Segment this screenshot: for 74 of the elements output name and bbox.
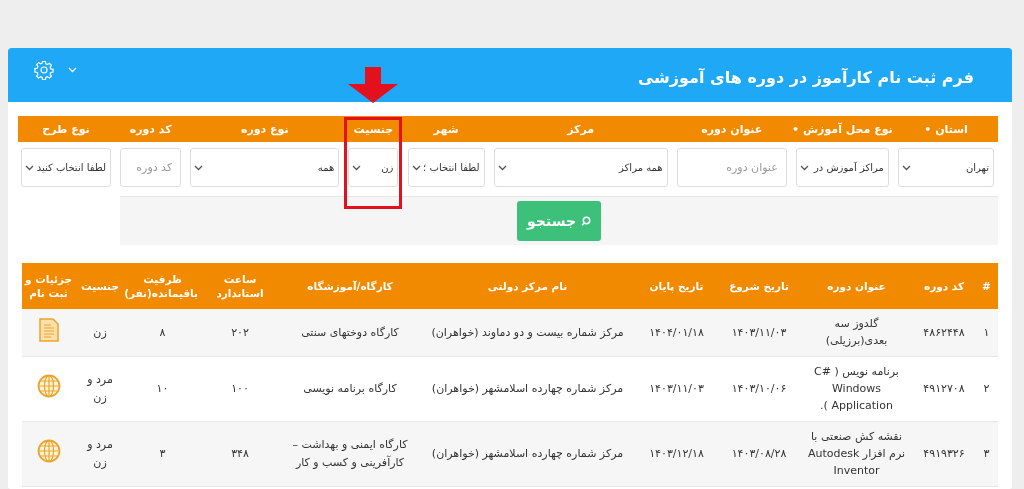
column-header: جنسیت [75,263,125,309]
table-cell: کارگاه ایمنی و بهداشت – کارآفرینی و کسب و کار [280,421,420,486]
table-cell: ۱۴۰۳/۱۰/۰۶ [718,356,800,421]
chevron-down-icon [411,164,421,171]
select-field[interactable]: لطفا انتخاب ؛ [407,148,485,187]
input-field[interactable]: عنوان دوره [676,148,787,187]
chevron-down-icon [25,164,34,171]
select-field[interactable]: همه مراکز [493,148,668,187]
table-cell: کارگاه دوختهای سنتی [280,309,420,356]
table-cell: ۳۴۸ [200,421,280,486]
select-field[interactable]: لطفا انتخاب کنید [21,148,111,187]
table-cell: نقشه کش صنعتی با نرم افزار Autodesk Inventor [800,421,913,486]
chevron-down-icon [799,164,809,171]
select-field[interactable]: همه [190,148,340,187]
globe-icon[interactable] [36,373,61,398]
filter-label: نوع محل آموزش • [792,122,893,136]
arrow-down-icon [348,66,399,103]
table-cell: مرد و زن [75,356,125,421]
column-header: کارگاه/آموزشگاه [280,263,420,309]
column-header: جزئیات و ثبت نام [22,263,75,309]
search-icon [580,216,591,226]
table-cell: مرد و زن [75,421,125,486]
filter-label: استان • [924,122,968,136]
table-cell: ۱۴۰۳/۱۱/۰۳ [718,309,800,356]
document-icon[interactable] [38,317,59,342]
column-header: تاریخ شروع [718,263,800,309]
chevron-down-icon[interactable] [68,67,77,73]
table-cell: برنامه نویس ( C# Windows Application ). [800,356,913,421]
select-field[interactable]: مراکز آموزش در [795,148,889,187]
select-field[interactable]: تهران [898,148,994,187]
column-header: ساعت استاندارد [200,263,280,309]
table-cell: گلدوز سه بعدی(برزیلی) [800,309,913,356]
column-header: تاریخ پایان [635,263,718,309]
table-cell: ۸ [125,309,200,356]
table-cell: ۱۰۰ [200,356,280,421]
column-header: ظرفیت باقیمانده(نفر) [125,263,200,309]
table-cell: ۱۴۰۴/۰۱/۱۸ [635,309,718,356]
filter-label: شهر [433,122,459,136]
table-cell: ۱ [975,309,998,356]
column-header: کد دوره [913,263,975,309]
table-cell: مرکز شماره چهارده اسلامشهر (خواهران) [420,356,635,421]
table-cell: ۱۴۰۳/۰۸/۲۸ [718,421,800,486]
table-cell: مرکز شماره چهارده اسلامشهر (خواهران) [420,421,635,486]
settings-icon[interactable] [34,60,54,80]
chevron-down-icon [352,164,362,171]
chevron-down-icon [194,164,204,171]
table-cell: کارگاه برنامه نویسی [280,356,420,421]
table-cell: ۱۴۰۳/۱۱/۰۳ [635,356,718,421]
table-cell: زن [75,309,125,356]
column-header: عنوان دوره [800,263,913,309]
chevron-down-icon [902,164,911,171]
filter-label: عنوان دوره [701,122,763,136]
select-field[interactable]: زن [348,148,399,187]
table-cell: ۴۸۶۲۴۴۸ [913,309,975,356]
table-cell: ۴۹۱۹۳۲۶ [913,421,975,486]
column-header: نام مرکز دولتی [420,263,635,309]
table-cell: ۱۰ [125,356,200,421]
table-cell: ۳ [975,421,998,486]
table-cell: ۱۴۰۳/۱۲/۱۸ [635,421,718,486]
filter-label: مرکز [567,122,595,136]
filter-label: نوع طرح [42,122,90,136]
table-cell: ۲۰۲ [200,309,280,356]
table-cell: ۲ [975,356,998,421]
chevron-down-icon [497,164,507,171]
globe-icon[interactable] [36,438,61,463]
table-cell: ۴۹۱۲۷۰۸ [913,356,975,421]
filter-label: جنسیت [353,122,394,136]
input-field[interactable]: کد دوره [120,148,182,187]
table-cell: ۳ [125,421,200,486]
filter-label: نوع دوره [240,122,289,136]
form-title: فرم ثبت نام کارآموز در دوره های آموزشی [637,67,974,87]
table-cell: مرکز شماره بیست و دو دماوند (خواهران) [420,309,635,356]
column-header: # [975,263,998,309]
filter-label: کد دوره [129,122,172,136]
